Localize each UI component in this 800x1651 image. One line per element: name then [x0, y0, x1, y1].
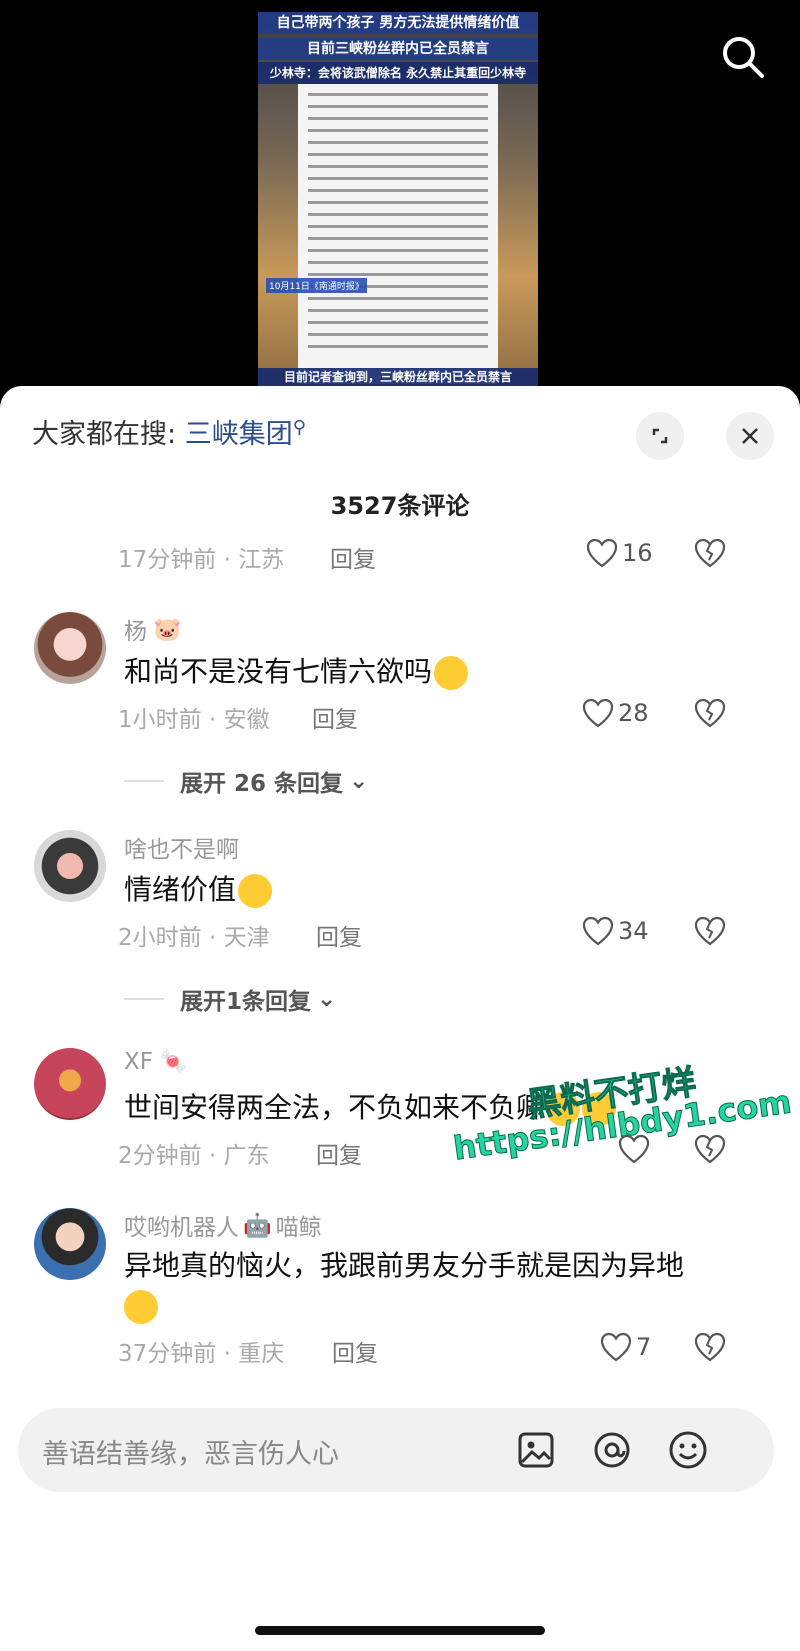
like-count: 28 — [618, 699, 649, 727]
date-tag: 10月11日《南通时报》 — [266, 278, 367, 293]
username-text: 啥也不是啊 — [124, 837, 239, 863]
reply-button[interactable]: 回复 — [316, 1136, 362, 1170]
comment-text-content: 世间安得两全法，不负如来不负卿 — [124, 1091, 545, 1124]
video-banner-line1: 自己带两个孩子 男方无法提供情绪价值 — [258, 12, 538, 34]
pig-emoji-icon: 🐷 — [153, 616, 182, 643]
candy-emoji-icon: 🍬 — [159, 1049, 188, 1075]
comment-panel: 大家都在搜: 三峡集团⚲ 3527条评论 17分钟前 · 江苏 回复 16 杨 🐷… — [0, 386, 800, 1651]
reply-button[interactable]: 回复 — [312, 700, 358, 734]
close-button[interactable] — [726, 412, 774, 460]
like-button[interactable]: 28 — [582, 698, 649, 728]
like-count: 16 — [622, 539, 653, 567]
avatar[interactable] — [34, 1208, 106, 1280]
home-indicator — [255, 1626, 545, 1635]
document-screenshot — [298, 84, 498, 384]
trending-keyword[interactable]: 三峡集团 — [185, 419, 293, 450]
comment-input[interactable]: 善语结善缘，恶言伤人心 — [18, 1408, 774, 1492]
dislike-button[interactable] — [694, 538, 726, 572]
reply-button[interactable]: 回复 — [316, 918, 362, 952]
like-button[interactable]: 34 — [582, 916, 649, 946]
comment-username[interactable]: 哎哟机器人 🤖 喵鲸 — [124, 1208, 322, 1242]
comment-text-content: 情绪价值 — [124, 873, 237, 906]
image-icon[interactable] — [512, 1426, 560, 1474]
reply-button[interactable]: 回复 — [330, 540, 376, 574]
comment-username[interactable]: XF 🍬 — [124, 1048, 188, 1076]
dizzy-emoji-icon — [238, 874, 273, 908]
comment-text-content: 异地真的恼火，我跟前男友分手就是因为异地 — [124, 1249, 685, 1282]
comment-input-placeholder: 善语结善缘，恶言伤人心 — [42, 1439, 339, 1470]
expand-replies-label: 展开 26 条回复 — [180, 771, 344, 797]
crying-emoji-icon — [124, 1290, 158, 1324]
video-banner-line3: 少林寺：会将该武僧除名 永久禁止其重回少林寺 — [258, 62, 538, 84]
comment-meta: 17分钟前 · 江苏 — [118, 547, 285, 573]
video-poster: 自己带两个孩子 男方无法提供情绪价值 目前三峡粉丝群内已全员禁言 少林寺：会将该… — [258, 12, 538, 390]
heart-icon — [582, 698, 614, 728]
at-mention-icon[interactable] — [588, 1426, 636, 1474]
expand-replies-label: 展开1条回复 — [180, 989, 312, 1015]
broken-heart-icon — [694, 538, 726, 568]
comment-meta: 2小时前 · 天津 — [118, 925, 270, 951]
avatar[interactable] — [34, 612, 106, 684]
like-count: 34 — [618, 917, 649, 945]
close-icon — [742, 428, 758, 444]
comment-meta: 2分钟前 · 广东 — [118, 1143, 270, 1169]
username-text: 杨 — [124, 619, 147, 645]
dislike-button[interactable] — [694, 698, 726, 732]
reply-button[interactable]: 回复 — [332, 1334, 378, 1368]
chevron-down-icon: ⌄ — [349, 768, 369, 794]
username-suffix: 喵鲸 — [275, 1215, 322, 1241]
expand-icon — [652, 428, 668, 444]
avatar[interactable] — [34, 830, 106, 902]
comment-count: 3527条评论 — [330, 492, 470, 520]
expand-button[interactable] — [636, 412, 684, 460]
heart-icon — [586, 538, 618, 568]
video-banner-line2: 目前三峡粉丝群内已全员禁言 — [258, 38, 538, 60]
comment-meta: 37分钟前 · 重庆 — [118, 1341, 285, 1367]
comment-text: 和尚不是没有七情六欲吗 — [124, 650, 469, 690]
video-area[interactable]: 自己带两个孩子 男方无法提供情绪价值 目前三峡粉丝群内已全员禁言 少林寺：会将该… — [0, 0, 800, 400]
username-text: 哎哟机器人 — [124, 1215, 239, 1241]
search-small-icon: ⚲ — [292, 417, 306, 438]
broken-heart-icon — [694, 1134, 726, 1164]
broken-heart-icon — [694, 916, 726, 946]
crying-emoji-icon — [434, 656, 469, 690]
chevron-down-icon: ⌄ — [317, 986, 337, 1012]
comment-username[interactable]: 杨 🐷 — [124, 612, 182, 646]
comment-text: 情绪价值 — [124, 868, 273, 908]
trending-search[interactable]: 大家都在搜: 三峡集团⚲ — [32, 412, 306, 451]
comment-text-content: 和尚不是没有七情六欲吗 — [124, 655, 433, 688]
avatar[interactable] — [34, 1048, 106, 1120]
broken-heart-icon — [694, 698, 726, 728]
heart-icon — [582, 916, 614, 946]
broken-heart-icon — [694, 1332, 726, 1362]
like-button[interactable]: 16 — [586, 538, 653, 568]
trending-prefix: 大家都在搜: — [32, 419, 177, 450]
comment-username[interactable]: 啥也不是啊 — [124, 830, 239, 864]
partial-comment-text — [120, 521, 460, 529]
dislike-button[interactable] — [694, 1134, 726, 1168]
divider — [124, 780, 164, 782]
search-icon[interactable] — [718, 32, 768, 82]
divider — [124, 998, 164, 1000]
username-text: XF — [124, 1048, 153, 1075]
like-button[interactable]: 7 — [600, 1332, 651, 1362]
expand-replies-button[interactable]: 展开1条回复 ⌄ — [124, 982, 336, 1016]
dislike-button[interactable] — [694, 916, 726, 950]
robot-emoji-icon: 🤖 — [243, 1212, 272, 1239]
comment-text: 异地真的恼火，我跟前男友分手就是因为异地 — [124, 1246, 724, 1326]
emoji-icon[interactable] — [664, 1426, 712, 1474]
heart-icon — [600, 1332, 632, 1362]
dislike-button[interactable] — [694, 1332, 726, 1366]
expand-replies-button[interactable]: 展开 26 条回复 ⌄ — [124, 764, 368, 798]
comment-meta: 1小时前 · 安徽 — [118, 707, 270, 733]
video-bottom-banner: 目前记者查询到，三峡粉丝群内已全员禁言 — [258, 368, 538, 386]
like-count: 7 — [636, 1333, 652, 1361]
